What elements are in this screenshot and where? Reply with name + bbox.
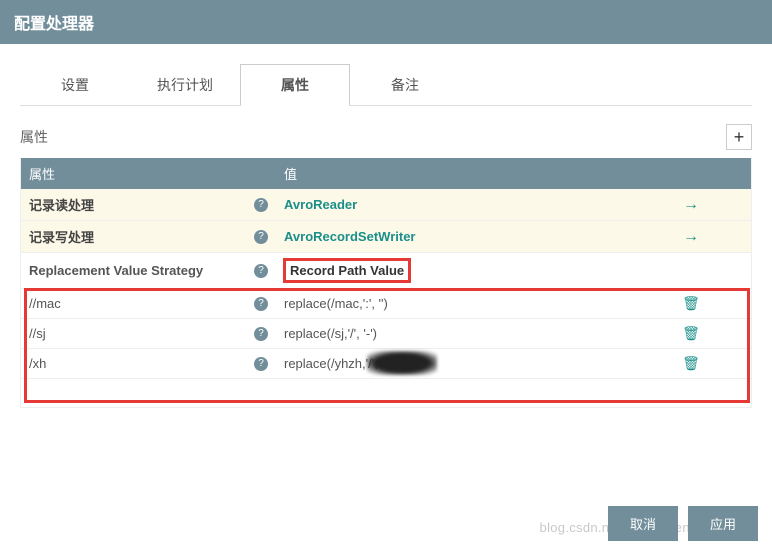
help-icon[interactable]: ? (254, 357, 268, 371)
property-name: //sj (29, 326, 46, 341)
help-icon[interactable]: ? (254, 198, 268, 212)
help-icon[interactable]: ? (254, 297, 268, 311)
trash-icon[interactable]: 🗑 (682, 295, 700, 311)
property-value[interactable]: AvroRecordSetWriter (284, 229, 415, 244)
tabs: 设置 执行计划 属性 备注 (20, 64, 752, 106)
table-row: /xh? replace(/yhzh,'/', '') 🗑 (21, 349, 751, 379)
property-name: 记录写处理 (29, 227, 94, 246)
property-value[interactable]: Record Path Value (284, 259, 410, 282)
table-row: //mac? replace(/mac,':', '') 🗑 (21, 289, 751, 319)
goto-icon[interactable]: → (683, 196, 699, 213)
cancel-button[interactable]: 取消 (608, 506, 678, 541)
table-row: Replacement Value Strategy? Record Path V… (21, 253, 751, 289)
property-name: 记录读处理 (29, 195, 94, 214)
help-icon[interactable]: ? (254, 264, 268, 278)
col-header-name: 属性 (21, 158, 276, 189)
property-name: //mac (29, 296, 61, 311)
trash-icon[interactable]: 🗑 (682, 325, 700, 341)
apply-button[interactable]: 应用 (688, 506, 758, 541)
property-value[interactable]: replace(/mac,':', '') (284, 296, 388, 311)
property-name: Replacement Value Strategy (29, 263, 203, 278)
tab-schedule[interactable]: 执行计划 (130, 64, 240, 105)
col-header-value: 值 (276, 158, 631, 189)
help-icon[interactable]: ? (254, 327, 268, 341)
table-row: 记录写处理? AvroRecordSetWriter → (21, 221, 751, 253)
tab-properties[interactable]: 属性 (240, 64, 350, 106)
table-row: 记录读处理? AvroReader → (21, 189, 751, 221)
help-icon[interactable]: ? (254, 230, 268, 244)
property-value[interactable]: replace(/sj,'/', '-') (284, 326, 377, 341)
goto-icon[interactable]: → (683, 228, 699, 245)
dialog-title: 配置处理器 (0, 0, 772, 44)
property-value[interactable]: AvroReader (284, 197, 357, 212)
col-header-action (631, 158, 751, 189)
trash-icon[interactable]: 🗑 (682, 355, 700, 371)
property-value[interactable]: replace(/yhzh,'/', '') (284, 356, 391, 371)
tab-comments[interactable]: 备注 (350, 64, 460, 105)
property-name: /xh (29, 356, 46, 371)
section-header: 属性 (20, 127, 48, 147)
tab-settings[interactable]: 设置 (20, 64, 130, 105)
table-row: //sj? replace(/sj,'/', '-') 🗑 (21, 319, 751, 349)
properties-table: 属性 值 记录读处理? AvroReader → 记录写处理? AvroRecordSe… (20, 158, 752, 408)
add-property-button[interactable]: + (726, 124, 752, 150)
